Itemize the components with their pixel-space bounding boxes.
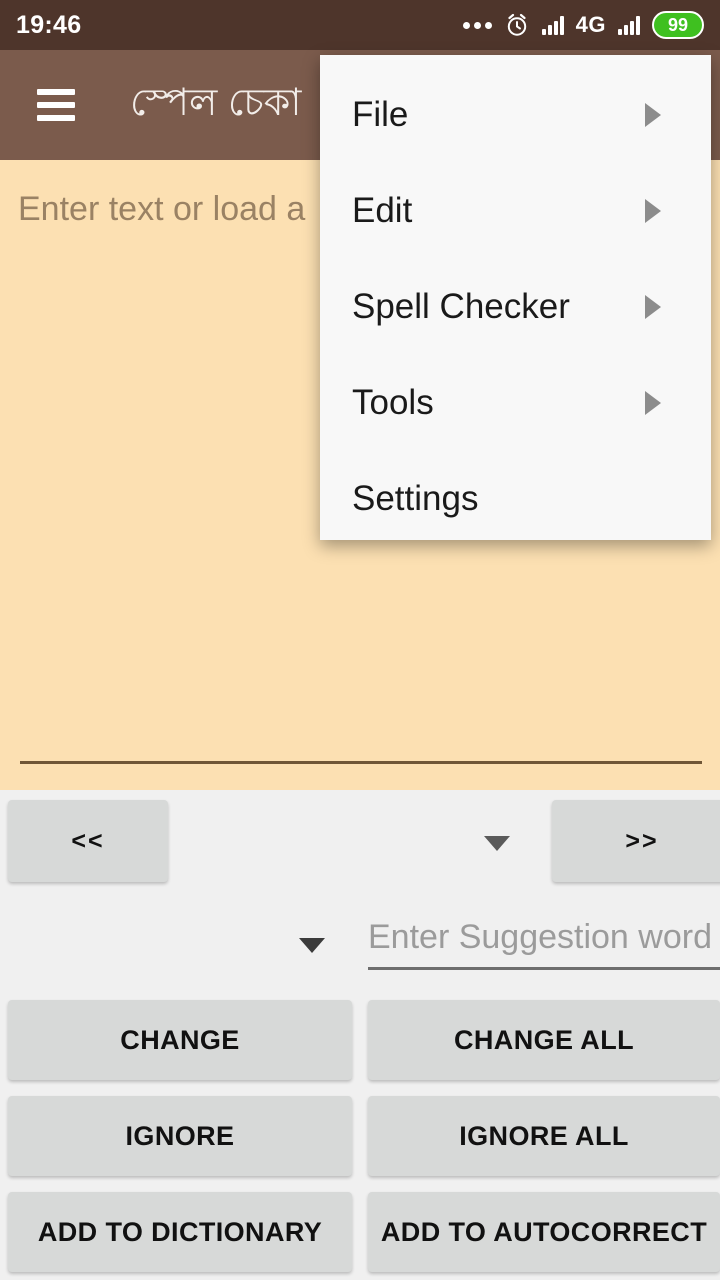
add-to-autocorrect-button[interactable]: ADD TO AUTOCORRECT bbox=[368, 1192, 720, 1272]
add-to-dictionary-button-label: ADD TO DICTIONARY bbox=[37, 1216, 323, 1247]
alarm-clock-icon bbox=[504, 12, 530, 38]
chevron-down-icon-suggestions[interactable] bbox=[299, 938, 325, 953]
signal-bars-icon-2 bbox=[618, 15, 640, 35]
hamburger-menu-icon[interactable] bbox=[37, 89, 75, 121]
status-bar: 19:46 4G 99 bbox=[0, 0, 720, 50]
navigation-row: << >> bbox=[0, 800, 720, 882]
text-editor-underline bbox=[20, 761, 702, 764]
spellcheck-panel: << >> CHANGE CHANGE ALL IGNORE bbox=[0, 790, 720, 1280]
action-row-change: CHANGE CHANGE ALL bbox=[0, 1000, 720, 1096]
menu-item-settings-label: Settings bbox=[352, 479, 479, 518]
chevron-right-icon-spell-checker bbox=[645, 295, 661, 319]
next-word-button[interactable]: >> bbox=[552, 800, 720, 882]
add-to-autocorrect-button-label: ADD TO AUTOCORRECT bbox=[380, 1216, 708, 1247]
suggestion-input[interactable] bbox=[368, 908, 720, 970]
ignore-button-label: IGNORE bbox=[125, 1120, 235, 1151]
ignore-all-button-label: IGNORE ALL bbox=[459, 1120, 629, 1151]
menu-item-file[interactable]: File bbox=[320, 67, 711, 163]
status-icons: 4G 99 bbox=[462, 11, 704, 39]
suggestion-row bbox=[0, 908, 720, 980]
menu-item-spell-checker-label: Spell Checker bbox=[352, 287, 570, 326]
menu-item-file-label: File bbox=[352, 95, 409, 134]
network-4g-label: 4G bbox=[575, 12, 606, 37]
menu-item-tools[interactable]: Tools bbox=[320, 355, 711, 451]
more-dots-icon bbox=[462, 21, 492, 29]
chevron-down-icon-words[interactable] bbox=[484, 836, 510, 851]
signal-bars-icon bbox=[541, 15, 564, 35]
change-button-label: CHANGE bbox=[120, 1024, 240, 1055]
chevron-right-icon-file bbox=[645, 103, 661, 127]
menu-item-edit-label: Edit bbox=[352, 191, 413, 230]
menu-item-edit[interactable]: Edit bbox=[320, 163, 711, 259]
page-title: স্পেল চেকা bbox=[130, 82, 302, 124]
chevron-right-icon-tools bbox=[645, 391, 661, 415]
previous-word-button[interactable]: << bbox=[8, 800, 168, 882]
add-to-dictionary-button[interactable]: ADD TO DICTIONARY bbox=[8, 1192, 352, 1272]
ignore-all-button[interactable]: IGNORE ALL bbox=[368, 1096, 720, 1176]
change-all-button-label: CHANGE ALL bbox=[454, 1024, 634, 1055]
app-screen: 19:46 4G 99 স্পেল চেকা Enter text or loa… bbox=[0, 0, 720, 1280]
battery-icon: 99 bbox=[652, 11, 704, 39]
status-clock: 19:46 bbox=[16, 10, 82, 39]
change-all-button[interactable]: CHANGE ALL bbox=[368, 1000, 720, 1080]
menu-item-tools-label: Tools bbox=[352, 383, 434, 422]
action-row-ignore: IGNORE IGNORE ALL bbox=[0, 1096, 720, 1192]
chevron-right-icon-edit bbox=[645, 199, 661, 223]
change-button[interactable]: CHANGE bbox=[8, 1000, 352, 1080]
action-row-add: ADD TO DICTIONARY ADD TO AUTOCORRECT bbox=[0, 1192, 720, 1280]
text-editor-placeholder: Enter text or load a bbox=[18, 190, 306, 228]
overflow-menu: File Edit Spell Checker Tools Settings bbox=[320, 55, 711, 540]
menu-item-settings[interactable]: Settings bbox=[320, 451, 711, 547]
menu-item-spell-checker[interactable]: Spell Checker bbox=[320, 259, 711, 355]
ignore-button[interactable]: IGNORE bbox=[8, 1096, 352, 1176]
action-button-grid: CHANGE CHANGE ALL IGNORE IGNORE ALL ADD … bbox=[0, 1000, 720, 1280]
